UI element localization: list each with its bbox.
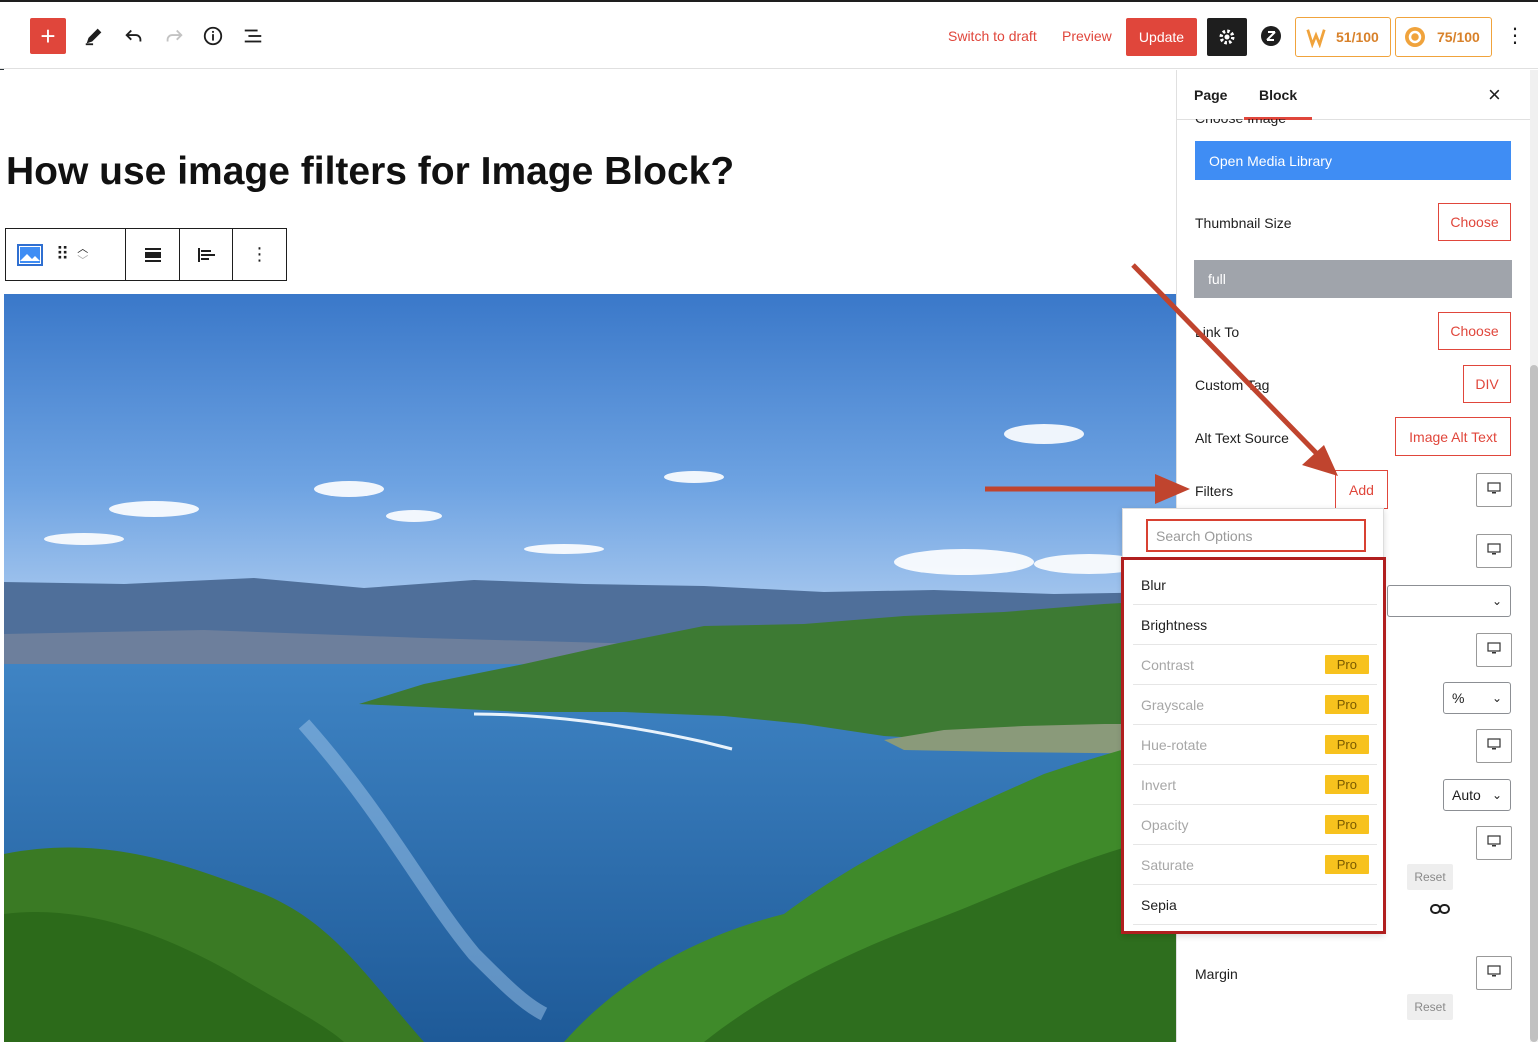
link-to-choose-button[interactable]: Choose [1438,312,1511,350]
more-options-button[interactable]: ⋮ [1505,24,1525,48]
unit-select[interactable]: % ⌄ [1443,682,1511,714]
settings-button[interactable] [1207,18,1247,56]
filters-add-button[interactable]: Add [1335,470,1388,509]
align-button[interactable] [126,229,180,280]
pencil-icon [85,28,102,46]
preview-link[interactable]: Preview [1062,28,1112,44]
image-icon [17,243,43,266]
seo-logo-icon [1306,29,1326,48]
chevron-down-icon: ⌄ [1491,691,1502,705]
switch-to-draft-link[interactable]: Switch to draft [948,28,1037,44]
responsive-device-button[interactable] [1476,956,1512,990]
desktop-icon [1487,481,1501,499]
move-block-buttons[interactable]: ︿ ﹀ [77,243,88,267]
link-to-label: Link To [1195,324,1240,340]
responsive-device-button[interactable] [1476,729,1512,763]
align-left-icon [198,247,215,262]
filters-search-input[interactable]: Search Options [1146,519,1366,552]
drag-handle-icon[interactable]: ⠿ [56,244,69,265]
block-options-button[interactable]: ⋮ [233,229,286,280]
chevron-down-icon[interactable]: ﹀ [77,255,88,267]
responsive-device-button[interactable] [1476,633,1512,667]
responsive-device-button[interactable] [1476,534,1512,568]
undo-icon [125,29,142,42]
sidebar-tabs: Page Block × [1177,70,1530,120]
thumbnail-size-choose-button[interactable]: Choose [1438,203,1511,241]
chevron-down-icon: ⌄ [1491,788,1502,802]
desktop-icon [1487,737,1501,755]
align-wide-icon [144,247,161,262]
block-toolbar: ⠿ ︿ ﹀ ⋮ [5,228,287,281]
margin-label: Margin [1195,966,1238,982]
redo-button[interactable] [156,18,192,54]
update-button[interactable]: Update [1126,18,1197,56]
list-view-button[interactable] [235,18,271,54]
plugin-logo-button[interactable] [1253,18,1289,54]
auto-select[interactable]: Auto ⌄ [1443,779,1511,811]
alt-text-source-button[interactable]: Image Alt Text [1395,417,1511,456]
chevron-down-icon: ⌄ [1491,594,1502,608]
responsive-device-button[interactable] [1476,826,1512,860]
gear-icon [1219,29,1235,45]
desktop-icon [1487,964,1501,982]
alt-text-source-label: Alt Text Source [1195,430,1289,446]
custom-tag-value-button[interactable]: DIV [1463,365,1511,403]
link-values-icon[interactable] [1430,902,1450,921]
list-view-icon [244,29,262,43]
info-icon [203,26,223,46]
editor-canvas: How use image filters for Image Block? ⠿… [0,70,1176,1042]
gear-badge-icon [1405,27,1425,47]
seo-score-value: 51/100 [1336,29,1379,45]
thumbnail-size-label: Thumbnail Size [1195,215,1292,231]
landscape-image [4,294,1176,1042]
vertical-ellipsis-icon: ⋮ [1505,25,1525,47]
search-placeholder: Search Options [1156,527,1253,544]
annotation-highlight-box [1121,557,1386,934]
details-button[interactable] [195,18,231,54]
desktop-icon [1487,542,1501,560]
unit-select-value: % [1452,690,1465,706]
desktop-icon [1487,834,1501,852]
responsive-device-button[interactable] [1476,473,1512,507]
tools-button[interactable] [76,18,112,54]
vertical-ellipsis-icon: ⋮ [250,244,269,264]
open-media-library-button[interactable]: Open Media Library [1195,141,1511,180]
readability-score-value: 75/100 [1437,29,1480,45]
sidebar-scrollbar-thumb[interactable] [1530,365,1538,1042]
hidden-select[interactable]: ⌄ [1387,585,1511,617]
seo-score-button[interactable]: 51/100 [1295,17,1391,57]
post-title[interactable]: How use image filters for Image Block? [6,150,734,194]
margin-reset-button[interactable]: Reset [1407,994,1453,1020]
add-block-button[interactable]: + [30,18,66,54]
custom-tag-label: Custom Tag [1195,377,1270,393]
tab-block[interactable]: Block [1259,87,1297,103]
close-icon: × [1488,82,1501,107]
readability-score-button[interactable]: 75/100 [1395,17,1492,57]
auto-select-value: Auto [1452,787,1481,803]
chevron-up-icon[interactable]: ︿ [77,243,88,255]
block-type-button[interactable] [14,239,46,271]
redo-icon [166,29,183,42]
tab-page[interactable]: Page [1194,87,1227,103]
block-switcher-group: ⠿ ︿ ﹀ [6,229,126,280]
plus-icon: + [40,21,56,51]
plugin-logo-icon [1261,26,1281,46]
text-align-button[interactable] [180,229,233,280]
undo-button[interactable] [116,18,152,54]
editor-top-toolbar: + Switch to draft Preview Update 51/100 … [0,0,1538,69]
close-sidebar-button[interactable]: × [1488,82,1501,108]
reset-button[interactable]: Reset [1407,864,1453,890]
desktop-icon [1487,641,1501,659]
image-block-photo[interactable] [4,294,1176,1042]
filters-label: Filters [1195,483,1234,499]
thumbnail-size-value[interactable]: full [1194,260,1512,298]
